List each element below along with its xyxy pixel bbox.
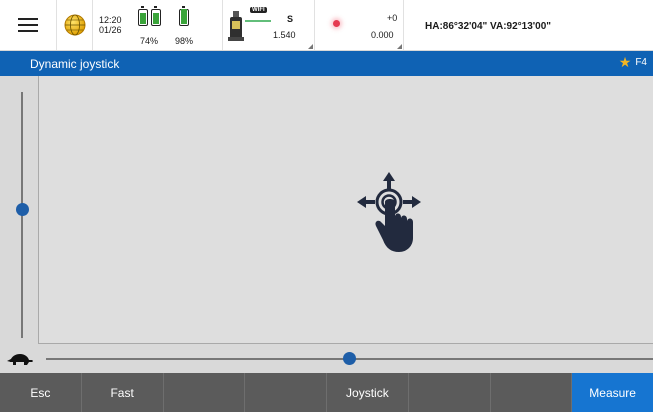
status-bar: 12:20 01/26 74% 98% WIFI S 1.540 +0 0.00… <box>0 0 653 51</box>
globe-icon <box>64 14 86 36</box>
laser-target-icon <box>333 20 340 27</box>
turtle-slow-icon <box>7 354 33 365</box>
softkey-empty-6[interactable] <box>409 373 491 412</box>
page-title: Dynamic joystick <box>30 57 120 71</box>
star-icon: ★ <box>618 54 632 70</box>
instrument-icon <box>228 11 244 41</box>
date-text: 01/26 <box>99 25 122 35</box>
softkey-empty-3[interactable] <box>164 373 246 412</box>
hamburger-icon <box>18 18 38 32</box>
joystick-drag-icon <box>357 172 421 252</box>
menu-button[interactable] <box>0 0 57 50</box>
softkey-bar: Esc Fast Joystick Measure <box>0 373 653 412</box>
softkey-fast[interactable]: Fast <box>82 373 164 412</box>
softkey-empty-7[interactable] <box>491 373 573 412</box>
time-battery-panel[interactable]: 12:20 01/26 74% 98% <box>93 0 223 50</box>
signal-line-icon <box>245 20 271 22</box>
battery-2-icon <box>179 6 189 26</box>
joystick-pad[interactable] <box>38 76 653 344</box>
gnss-status[interactable] <box>57 0 93 50</box>
angle-readout: HA:86°32'04" VA:92°13'00" <box>425 21 552 32</box>
battery-1-percent: 74% <box>140 36 159 46</box>
instrument-value: 1.540 <box>273 30 296 40</box>
vertical-speed-slider[interactable] <box>16 203 29 216</box>
instrument-face: S <box>287 14 294 24</box>
battery-1-icon <box>138 6 148 26</box>
horizontal-speed-slider[interactable] <box>343 352 356 365</box>
battery-2-percent: 98% <box>175 36 194 46</box>
clock: 12:20 01/26 <box>99 15 122 35</box>
battery-1b-icon <box>151 6 161 26</box>
time-text: 12:20 <box>99 15 122 25</box>
instrument-panel[interactable]: WIFI S 1.540 <box>223 0 315 50</box>
softkey-empty-4[interactable] <box>245 373 327 412</box>
softkey-esc[interactable]: Esc <box>0 373 82 412</box>
softkey-joystick[interactable]: Joystick <box>327 373 409 412</box>
favorites-key-label: F4 <box>635 56 647 68</box>
corner-indicator-icon <box>397 44 402 49</box>
target-offset: +0 <box>387 13 398 23</box>
favorites-button[interactable]: ★ F4 <box>619 55 647 69</box>
target-height: 0.000 <box>371 30 394 40</box>
target-panel[interactable]: +0 0.000 <box>315 0 404 50</box>
corner-indicator-icon <box>308 44 313 49</box>
joystick-area <box>0 76 653 373</box>
measure-button[interactable]: Measure <box>572 373 653 412</box>
wifi-badge: WIFI <box>250 7 267 13</box>
title-bar: Dynamic joystick ★ F4 <box>0 51 653 76</box>
